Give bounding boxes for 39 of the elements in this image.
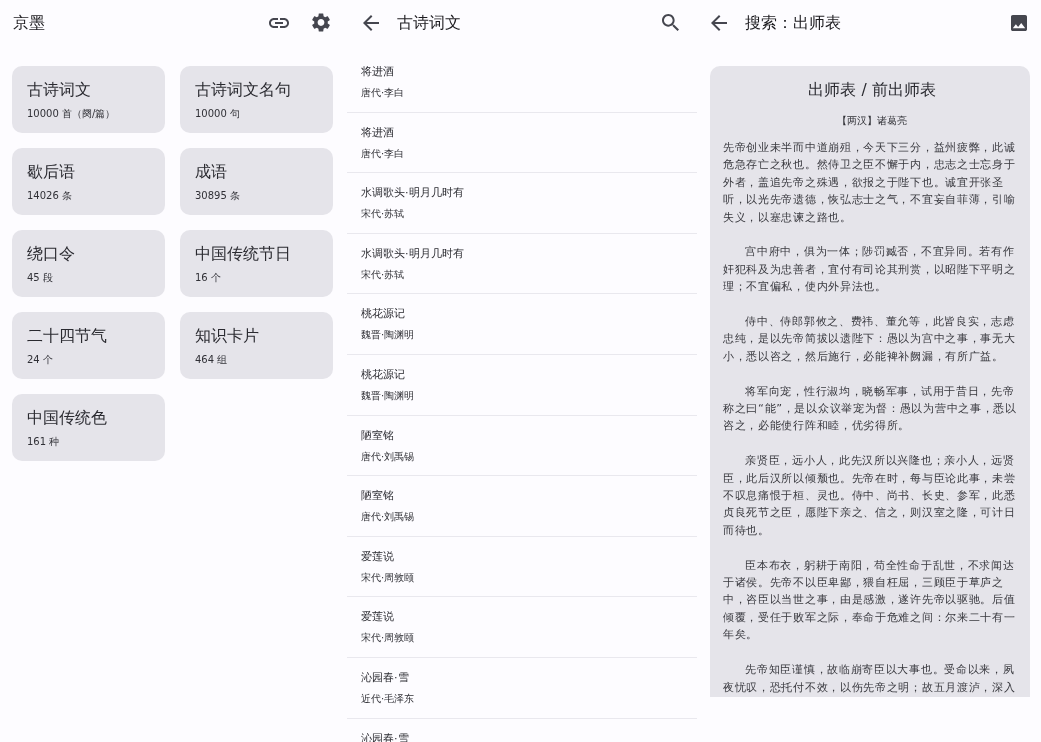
- poem-list-item[interactable]: 陋室铭 唐代·刘禹锡: [347, 415, 697, 477]
- search-icon[interactable]: [662, 14, 679, 31]
- app-title: 京墨: [13, 12, 45, 34]
- link-icon[interactable]: [269, 17, 289, 28]
- poem-list-item[interactable]: 水调歌头·明月几时有 宋代·苏轼: [347, 233, 697, 295]
- screen-title: 搜索：出师表: [745, 12, 841, 34]
- poem-list-item[interactable]: 水调歌头·明月几时有 宋代·苏轼: [347, 173, 697, 234]
- poem-paragraph: 宫中府中，俱为一体；陟罚臧否，不宜异同。若有作奸犯科及为忠善者，宜付有司论其刑赏，以昭陛下平明之理；不宜偏私，使内外异法也。: [723, 244, 1017, 296]
- screen-title: 古诗词文: [397, 12, 461, 34]
- category-card[interactable]: 二十四节气 24 个: [12, 312, 165, 379]
- poem-paragraph: 将军向宠，性行淑均，晓畅军事，试用于昔日，先帝称之曰“能”，是以众议举宠为督：愚以为营中之事，悉以咨之，必能使行阵和睦，优劣得所。: [723, 383, 1018, 435]
- back-arrow-icon[interactable]: [711, 14, 727, 31]
- poem-paragraph: 先帝创业未半而中道崩殂，今天下三分，益州疲弊，此诚危急存亡之秋也。然侍卫之臣不懈于内，忠志之士忘身于外者，盖追先帝之殊遇，欲报之于陛下也。诚宜开张圣听，以光先帝遗德，恢弘志士之气，不宜妄自菲薄，引喻失义，以塞忠谏之路也。: [723, 140, 1017, 226]
- poem-list-item[interactable]: 桃花源记 魏晋·陶渊明: [347, 354, 697, 416]
- poem-list-item[interactable]: 爱莲说 宋代·周敦颐: [347, 536, 697, 598]
- category-card[interactable]: 古诗词文名句 10000 句: [180, 66, 333, 133]
- category-card[interactable]: 中国传统节日 16 个: [180, 230, 333, 297]
- back-arrow-icon[interactable]: [363, 14, 379, 31]
- image-icon[interactable]: [1011, 14, 1027, 31]
- poem-list-item[interactable]: 桃花源记 魏晋·陶渊明: [347, 294, 697, 355]
- settings-icon[interactable]: [312, 13, 330, 32]
- poem-list-item[interactable]: 将进酒 唐代·李白: [347, 52, 697, 113]
- category-card[interactable]: 知识卡片 464 组: [180, 312, 333, 379]
- poem-paragraph: 侍中、侍郎郭攸之、费祎、董允等，此皆良实，志虑忠纯，是以先帝简拔以遗陛下：愚以为宫中之事，事无大小，悉以咨之，然后施行，必能裨补阙漏，有所广益。: [723, 314, 1017, 365]
- poem-paragraph: 先帝知臣谨慎，故临崩寄臣以大事也。受命以来，夙夜忧叹，恐托付不效，以伤先帝之明；故五月渡泸，深入: [723, 662, 1017, 696]
- category-card[interactable]: 歇后语 14026 条: [12, 148, 165, 215]
- poem-list-item[interactable]: 将进酒 唐代·李白: [347, 112, 697, 174]
- category-card[interactable]: 中国传统色 161 种: [12, 394, 165, 461]
- poem-author-line: 【两汉】诸葛亮: [836, 114, 908, 128]
- poem-list-item[interactable]: 沁园春·雪: [347, 718, 697, 742]
- category-card[interactable]: 成语 30895 条: [180, 148, 333, 215]
- poem-paragraph: 臣本布衣，躬耕于南阳，苟全性命于乱世，不求闻达于诸侯。先帝不以臣卑鄙，猥自枉屈，三顾臣于草庐之中，咨臣以当世之事，由是感激，遂许先帝以驱驰。后值倾覆，受任于败军之际，奉命于危难之间：尔来二十有一年矣。: [723, 557, 1017, 644]
- poem-heading: 出师表 / 前出师表: [807, 80, 937, 101]
- poem-paragraph: 亲贤臣，远小人，此先汉所以兴隆也；亲小人，远贤臣，此后汉所以倾颓也。先帝在时，每与臣论此事，未尝不叹息痛恨于桓、灵也。侍中、尚书、长史、参军，此悉贞良死节之臣，愿陛下亲之、信之，则汉室之隆，可计日而待也。: [723, 453, 1017, 539]
- poem-list-item[interactable]: 陋室铭 唐代·刘禹锡: [347, 476, 697, 537]
- poem-list-item[interactable]: 沁园春·雪 近代·毛泽东: [347, 657, 697, 719]
- category-card[interactable]: 绕口令 45 段: [12, 230, 165, 297]
- poem-list-item[interactable]: 爱莲说 宋代·周敦颐: [347, 597, 697, 658]
- category-card[interactable]: 古诗词文 10000 首（阕/篇）: [12, 66, 165, 133]
